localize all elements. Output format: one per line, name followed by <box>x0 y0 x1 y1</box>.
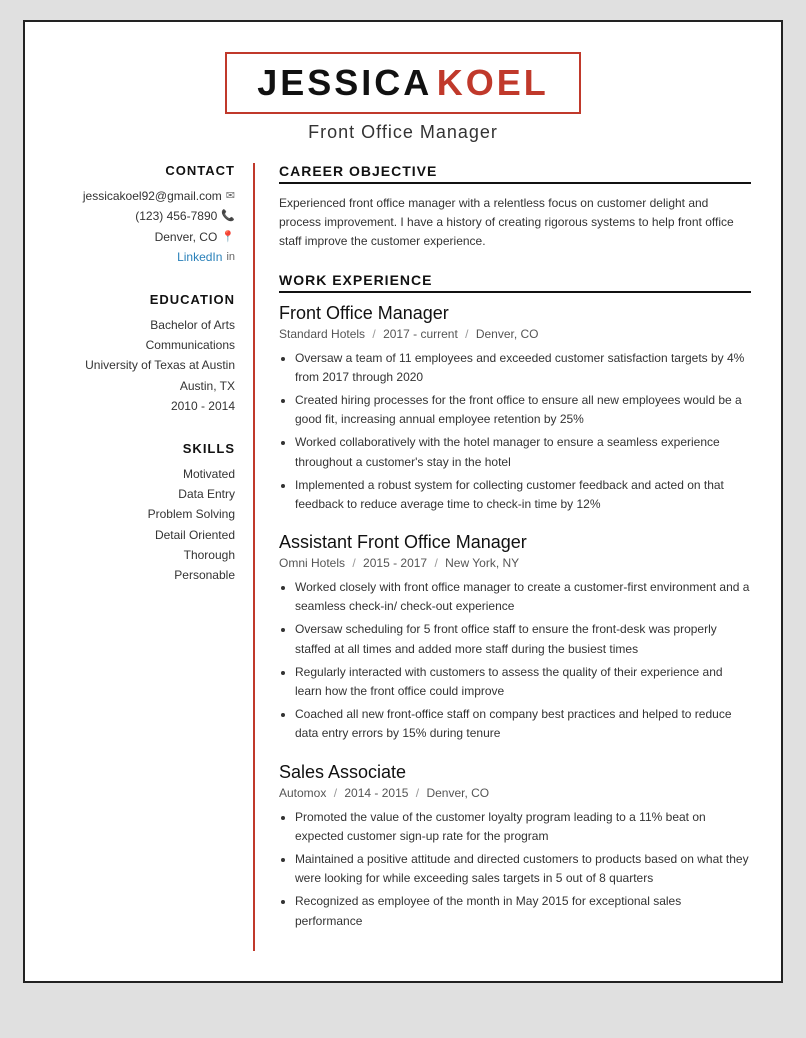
linkedin-link[interactable]: LinkedIn <box>177 247 222 267</box>
career-objective-text: Experienced front office manager with a … <box>279 194 751 252</box>
major-text: Communications <box>55 335 235 355</box>
job-meta-3: Automox / 2014 - 2015 / Denver, CO <box>279 786 751 800</box>
resume-page: JESSICA KOEL Front Office Manager CONTAC… <box>23 20 783 983</box>
divider-1b: / <box>465 327 472 341</box>
sidebar: CONTACT jessicakoel92@gmail.com ✉ (123) … <box>55 163 255 951</box>
name-box: JESSICA KOEL <box>225 52 581 114</box>
period-1: 2017 - current <box>383 327 458 341</box>
job-entry-1: Front Office Manager Standard Hotels / 2… <box>279 303 751 515</box>
location-item: Denver, CO 📍 <box>55 227 235 247</box>
edu-years-text: 2010 - 2014 <box>55 396 235 416</box>
bullet-3-3: Recognized as employee of the month in M… <box>295 892 751 930</box>
skills-section: SKILLS Motivated Data Entry Problem Solv… <box>55 441 235 586</box>
work-experience-section: WORK EXPERIENCE Front Office Manager Sta… <box>279 272 751 931</box>
phone-item: (123) 456-7890 📞 <box>55 206 235 226</box>
location-icon: 📍 <box>221 228 235 247</box>
bullet-1-2: Created hiring processes for the front o… <box>295 391 751 429</box>
bullets-2: Worked closely with front office manager… <box>279 578 751 744</box>
header-job-title: Front Office Manager <box>55 122 751 143</box>
main-content: CAREER OBJECTIVE Experienced front offic… <box>255 163 751 951</box>
skills-label: SKILLS <box>55 441 235 456</box>
linkedin-icon: in <box>226 248 235 267</box>
skill-detail-oriented: Detail Oriented <box>55 525 235 545</box>
bullet-2-1: Worked closely with front office manager… <box>295 578 751 616</box>
company-1: Standard Hotels <box>279 327 365 341</box>
divider-2a: / <box>352 556 359 570</box>
email-item: jessicakoel92@gmail.com ✉ <box>55 186 235 206</box>
job-title-2: Assistant Front Office Manager <box>279 532 751 553</box>
bullet-1-4: Implemented a robust system for collecti… <box>295 476 751 514</box>
period-3: 2014 - 2015 <box>344 786 408 800</box>
divider-3a: / <box>334 786 341 800</box>
bullets-3: Promoted the value of the customer loyal… <box>279 808 751 931</box>
first-name: JESSICA <box>257 62 432 103</box>
bullet-1-3: Worked collaboratively with the hotel ma… <box>295 433 751 471</box>
email-text: jessicakoel92@gmail.com <box>83 186 222 206</box>
job-entry-3: Sales Associate Automox / 2014 - 2015 / … <box>279 762 751 931</box>
period-2: 2015 - 2017 <box>363 556 427 570</box>
phone-text: (123) 456-7890 <box>135 206 217 226</box>
job-title-3: Sales Associate <box>279 762 751 783</box>
bullet-3-2: Maintained a positive attitude and direc… <box>295 850 751 888</box>
university-text: University of Texas at Austin <box>55 355 235 375</box>
bullet-2-4: Coached all new front-office staff on co… <box>295 705 751 743</box>
bullet-1-1: Oversaw a team of 11 employees and excee… <box>295 349 751 387</box>
career-objective-label: CAREER OBJECTIVE <box>279 163 751 184</box>
location-text: Denver, CO <box>155 227 218 247</box>
resume-header: JESSICA KOEL Front Office Manager <box>55 52 751 143</box>
location-2: New York, NY <box>445 556 519 570</box>
job-meta-2: Omni Hotels / 2015 - 2017 / New York, NY <box>279 556 751 570</box>
bullets-1: Oversaw a team of 11 employees and excee… <box>279 349 751 515</box>
education-section: EDUCATION Bachelor of Arts Communication… <box>55 292 235 417</box>
education-label: EDUCATION <box>55 292 235 307</box>
job-meta-1: Standard Hotels / 2017 - current / Denve… <box>279 327 751 341</box>
bullet-3-1: Promoted the value of the customer loyal… <box>295 808 751 846</box>
skill-personable: Personable <box>55 565 235 585</box>
contact-section: CONTACT jessicakoel92@gmail.com ✉ (123) … <box>55 163 235 268</box>
work-experience-label: WORK EXPERIENCE <box>279 272 751 293</box>
uni-location-text: Austin, TX <box>55 376 235 396</box>
skill-motivated: Motivated <box>55 464 235 484</box>
location-3: Denver, CO <box>426 786 489 800</box>
contact-label: CONTACT <box>55 163 235 178</box>
phone-icon: 📞 <box>221 207 235 226</box>
job-entry-2: Assistant Front Office Manager Omni Hote… <box>279 532 751 744</box>
last-name: KOEL <box>437 62 549 103</box>
bullet-2-2: Oversaw scheduling for 5 front office st… <box>295 620 751 658</box>
divider-3b: / <box>416 786 423 800</box>
email-icon: ✉ <box>226 187 235 206</box>
company-3: Automox <box>279 786 326 800</box>
career-objective-section: CAREER OBJECTIVE Experienced front offic… <box>279 163 751 252</box>
company-2: Omni Hotels <box>279 556 345 570</box>
skill-data-entry: Data Entry <box>55 484 235 504</box>
skill-thorough: Thorough <box>55 545 235 565</box>
job-title-1: Front Office Manager <box>279 303 751 324</box>
location-1: Denver, CO <box>476 327 539 341</box>
divider-1a: / <box>372 327 379 341</box>
bullet-2-3: Regularly interacted with customers to a… <box>295 663 751 701</box>
linkedin-item[interactable]: LinkedIn in <box>55 247 235 267</box>
body-layout: CONTACT jessicakoel92@gmail.com ✉ (123) … <box>55 163 751 951</box>
divider-2b: / <box>434 556 441 570</box>
skill-problem-solving: Problem Solving <box>55 504 235 524</box>
degree-text: Bachelor of Arts <box>55 315 235 335</box>
